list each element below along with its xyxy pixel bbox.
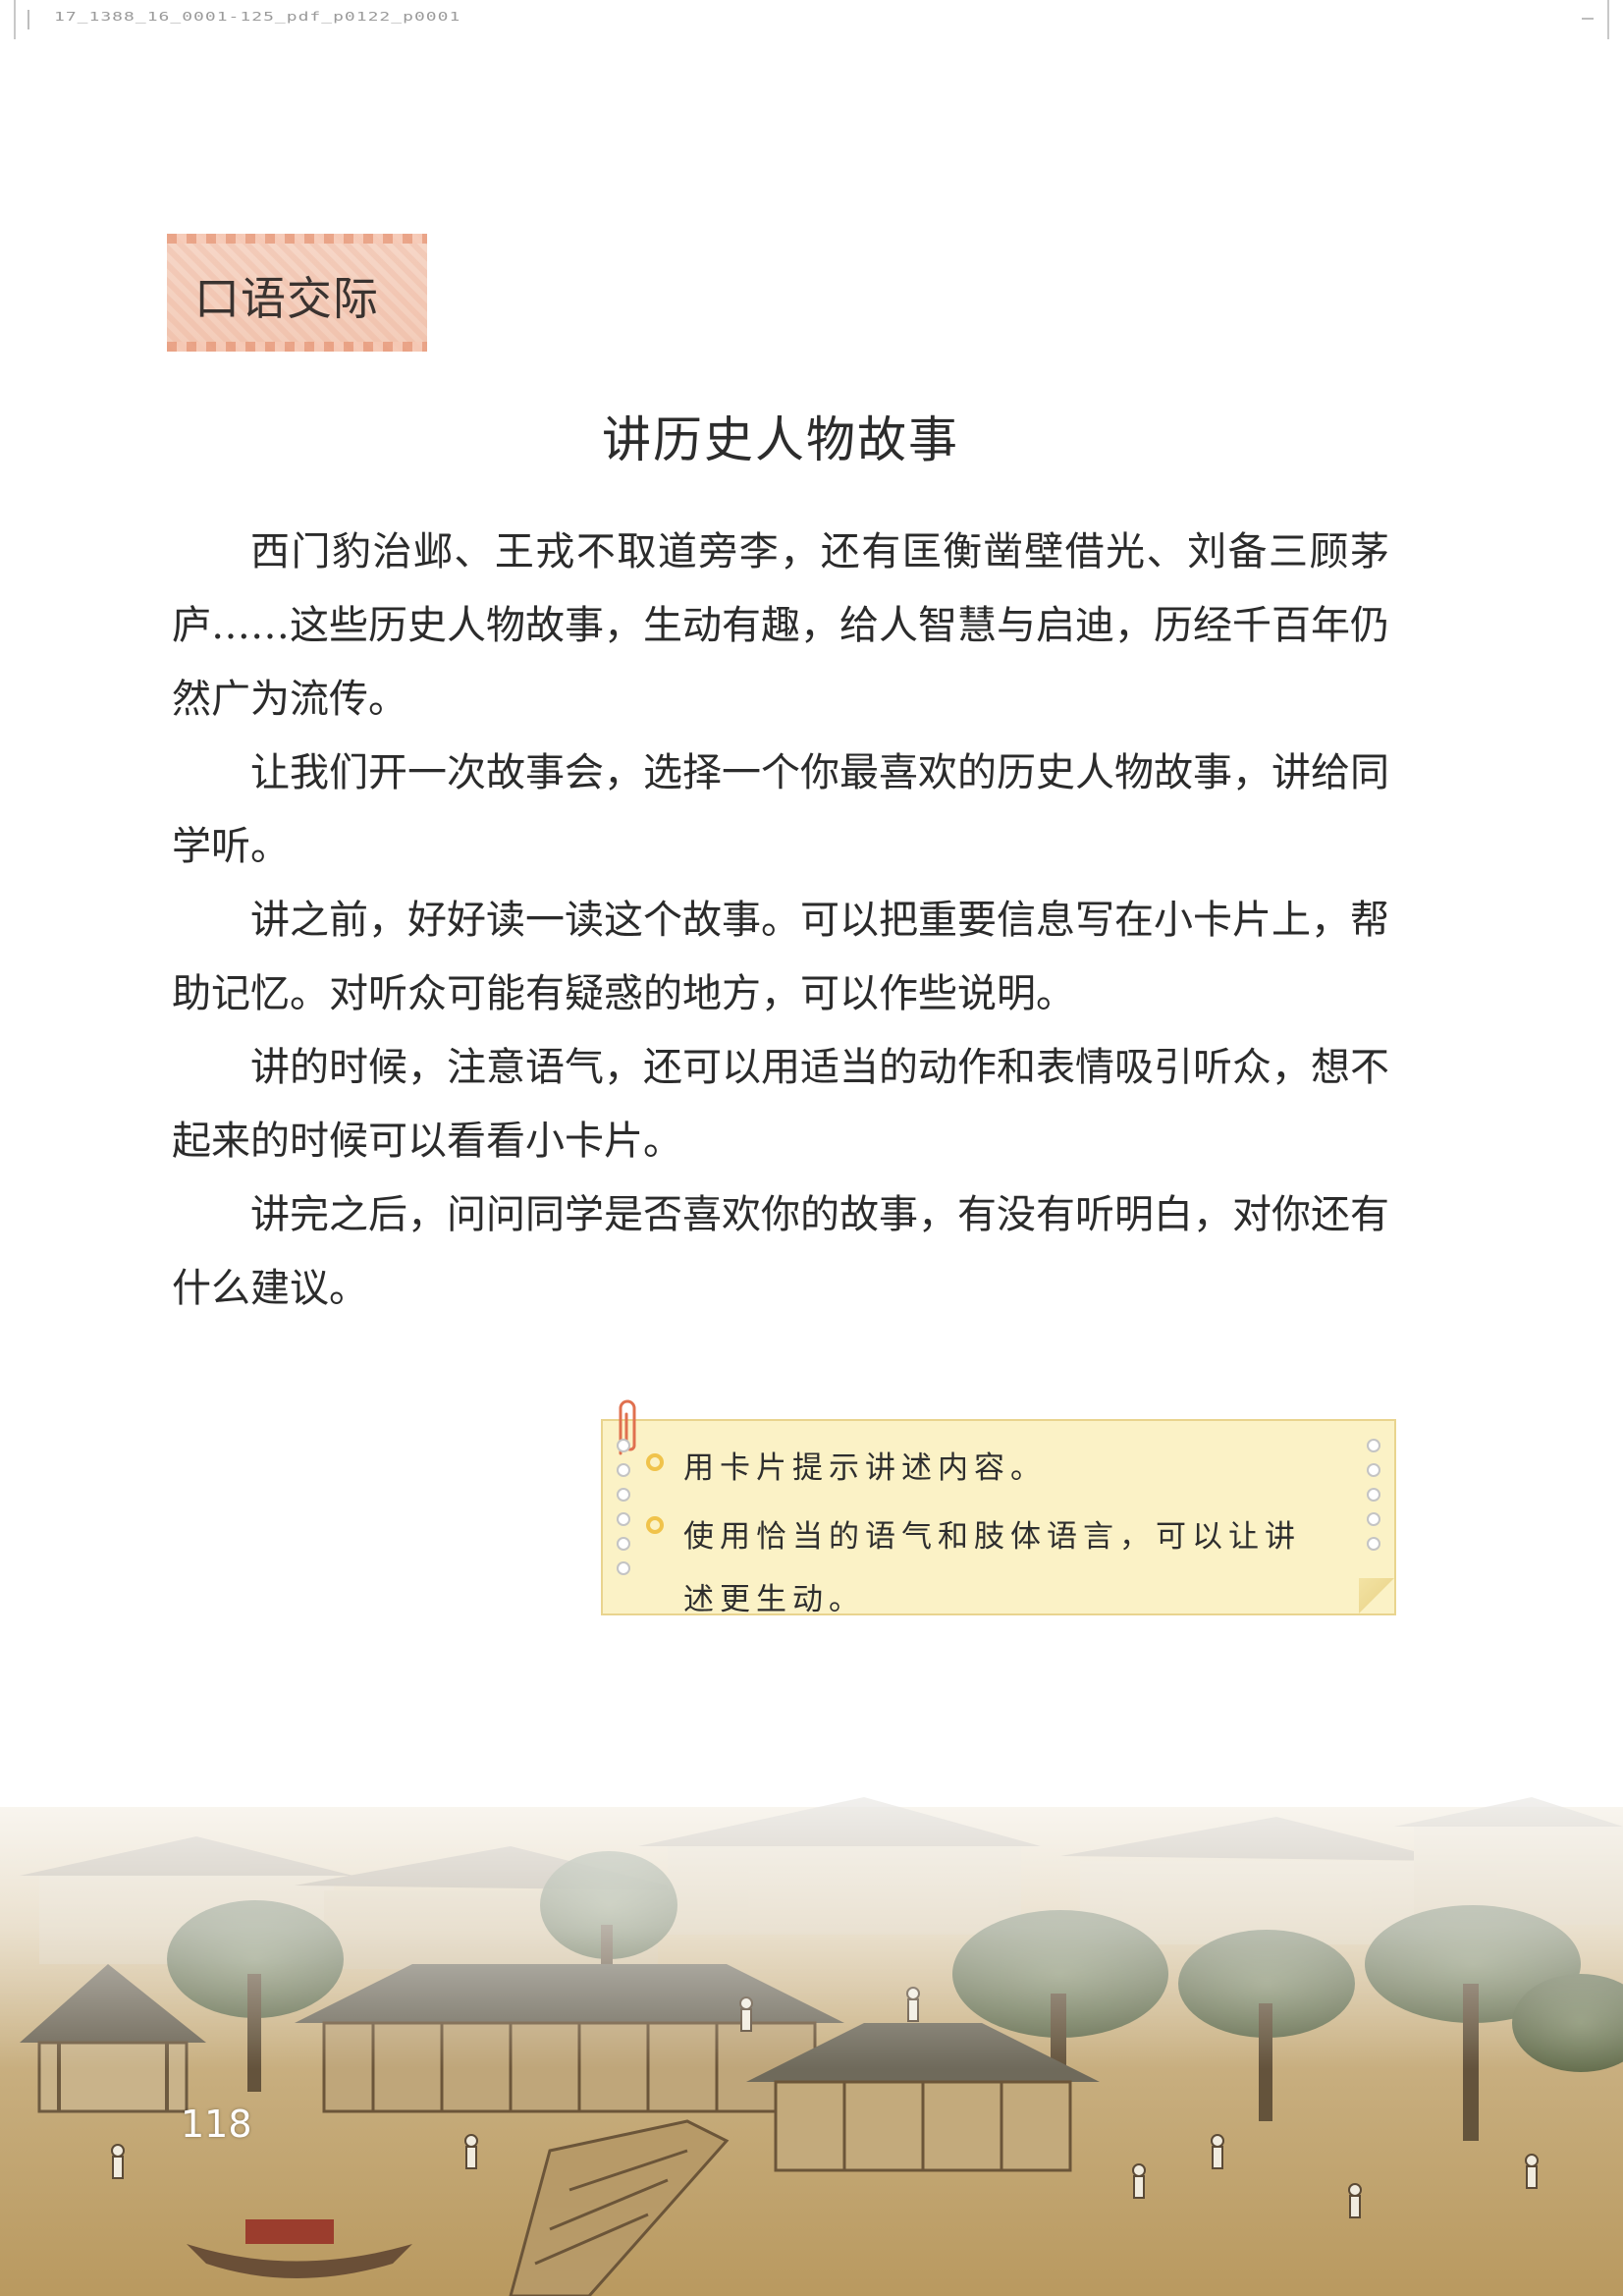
page-number: 118 — [181, 2103, 252, 2146]
crop-mark-right — [1607, 0, 1623, 39]
crop-mark-left-tick — [27, 10, 29, 29]
bullet-circle-icon — [646, 1516, 664, 1534]
scan-header: 17_1388_16_0001-125_pdf_p0122_p0001 — [0, 0, 1623, 59]
binder-holes-right — [1367, 1439, 1380, 1551]
page-title: 讲历史人物故事 — [602, 411, 959, 468]
qingming-scroll-illustration — [0, 1728, 1623, 2296]
binder-holes-left — [617, 1439, 630, 1575]
scan-filename: 17_1388_16_0001-125_pdf_p0122_p0001 — [54, 10, 461, 25]
paragraph: 讲之前，好好读一读这个故事。可以把重要信息写在小卡片上，帮助记忆。对听众可能有疑… — [172, 898, 1389, 1016]
tip-card: 用卡片提示讲述内容。 使用恰当的语气和肢体语言，可以让讲述更生动。 — [601, 1399, 1396, 1617]
tip-item: 用卡片提示讲述内容。 — [646, 1443, 1047, 1487]
tip-item: 使用恰当的语气和肢体语言，可以让讲述更生动。 — [646, 1505, 1312, 1631]
bullet-circle-icon — [646, 1453, 664, 1471]
paragraph: 西门豹治邺、王戎不取道旁李，还有匡衡凿壁借光、刘备三顾茅庐……这些历史人物故事，… — [172, 529, 1389, 722]
paragraph: 讲的时候，注意语气，还可以用适当的动作和表情吸引听众，想不起来的时候可以看看小卡… — [172, 1045, 1389, 1164]
section-badge: 口语交际 — [167, 234, 427, 352]
tip-text: 使用恰当的语气和肢体语言，可以让讲述更生动。 — [683, 1519, 1301, 1617]
paragraph: 让我们开一次故事会，选择一个你最喜欢的历史人物故事，讲给同学听。 — [172, 750, 1389, 869]
crop-mark-left — [0, 0, 16, 39]
section-badge-label: 口语交际 — [194, 272, 379, 325]
tip-text: 用卡片提示讲述内容。 — [683, 1450, 1047, 1486]
crop-mark-right-tick — [1582, 18, 1594, 20]
paragraph: 讲完之后，问问同学是否喜欢你的故事，有没有听明白，对你还有什么建议。 — [172, 1192, 1389, 1311]
page-curl — [1359, 1578, 1394, 1613]
body-text: 西门豹治邺、王戎不取道旁李，还有匡衡凿壁借光、刘备三顾茅庐……这些历史人物故事，… — [172, 516, 1389, 1326]
